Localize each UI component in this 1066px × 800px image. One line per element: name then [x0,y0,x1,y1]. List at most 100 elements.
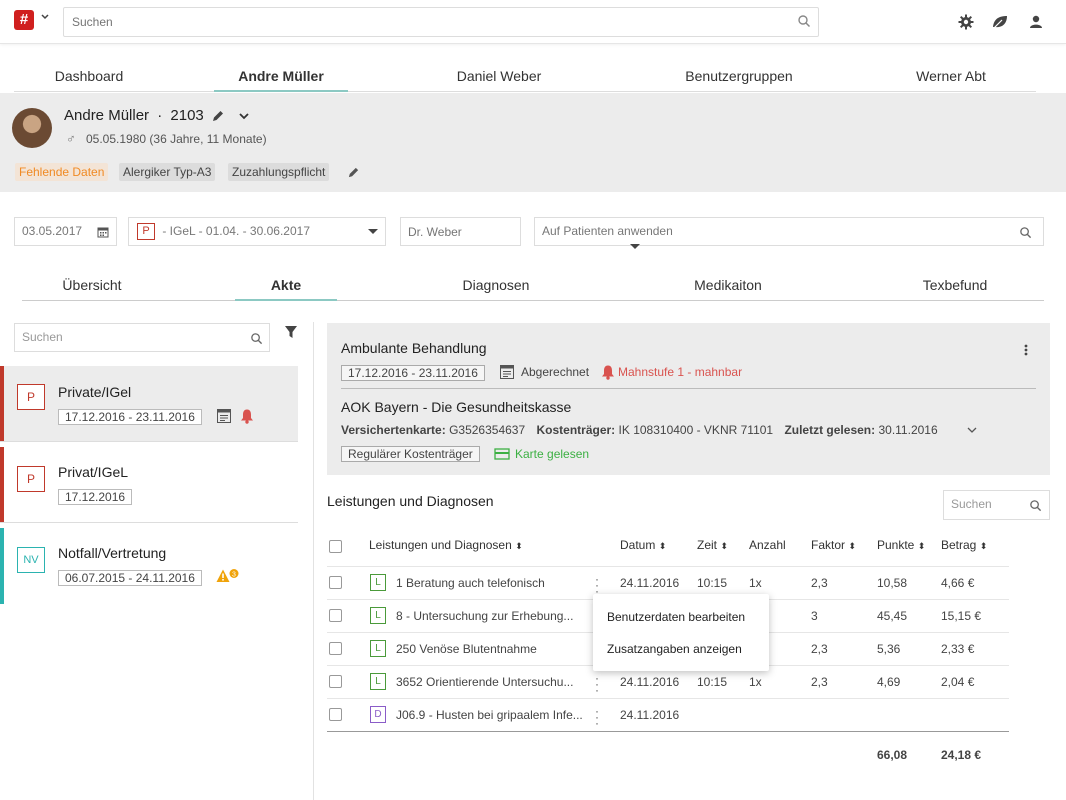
patient-name-line: Andre Müller · 2103 [64,107,204,124]
row-checkbox[interactable] [329,609,342,622]
more-icon[interactable]: · · · [595,705,599,729]
pencil-icon[interactable] [211,109,225,123]
user-icon[interactable] [1027,13,1045,31]
case-item[interactable]: NV Notfall/Vertretung 06.07.2015 - 24.11… [0,528,298,604]
row-checkbox[interactable] [329,708,342,721]
payer-label: Kostenträger: [536,423,616,437]
date-field[interactable]: 03.05.2017 [14,217,117,246]
tab-medikation[interactable]: Medikaiton [652,273,804,301]
select-all-checkbox[interactable] [329,540,342,553]
service-type-badge: L [370,673,386,690]
tag-missing-data[interactable]: Fehlende Daten [15,163,109,181]
card-icon [494,448,510,460]
search-icon[interactable] [797,14,811,28]
app-logo[interactable]: # [14,10,34,30]
menu-item-show-additional-info[interactable]: Zusatzangaben anzeigen [607,642,742,656]
tab-uebersicht[interactable]: Übersicht [22,273,162,301]
calendar-icon[interactable] [97,226,109,238]
row-context-menu: Benutzerdaten bearbeiten Zusatzangaben a… [593,594,769,671]
apply-patient-field[interactable]: Auf Patienten anwenden [534,217,1044,246]
case-badge: P [137,223,155,241]
more-icon[interactable]: · · · [595,573,599,597]
filter-icon[interactable] [284,325,298,339]
treatment-title: Ambulante Behandlung [341,340,487,356]
menu-item-edit-user-data[interactable]: Benutzerdaten bearbeiten [607,610,745,624]
tab-werner-abt[interactable]: Werner Abt [876,62,1026,92]
tag-copayment[interactable]: Zuzahlungspflicht [228,163,330,181]
row-checkbox[interactable] [329,576,342,589]
col-services[interactable]: Leistungen und Diagnosen ⬍ [369,538,523,552]
bell-icon [602,365,614,380]
search-icon[interactable] [250,332,263,345]
pencil-icon[interactable] [347,166,360,179]
case-title: Notfall/Vertretung [58,545,167,561]
service-time: 10:15 [697,576,728,590]
tab-textbefund[interactable]: Texbefund [882,273,1028,301]
service-amount: 15,15 € [941,609,982,623]
global-search-input[interactable] [63,7,819,37]
service-time: 10:15 [697,675,728,689]
panel-divider [313,322,314,800]
service-factor: 2,3 [811,675,828,689]
total-points: 66,08 [877,748,908,762]
search-icon[interactable] [1029,499,1042,512]
services-search-input[interactable]: Suchen [943,490,1050,520]
more-icon[interactable] [1024,343,1028,357]
divider [341,388,1036,389]
service-name: 8 - Untersuchung zur Erhebung... [396,609,574,623]
col-points[interactable]: Punkte ⬍ [877,538,925,552]
case-item[interactable]: P Privat/IGeL 17.12.2016 [0,447,298,523]
service-type-badge: L [370,640,386,657]
billing-status: Abgerechnet [521,365,590,379]
tag-allergy[interactable]: Alergiker Typ-A3 [119,163,216,181]
name-separator: · [157,107,163,124]
more-icon[interactable]: · · · [595,672,599,696]
chevron-down-icon[interactable] [967,426,977,434]
col-time[interactable]: Zeit ⬍ [697,538,728,552]
doctor-input[interactable] [400,217,521,246]
service-date: 24.11.2016 [620,675,680,689]
col-count: Anzahl [749,538,786,552]
insurance-details: Versichertenkarte: G3526354637 Kostenträ… [341,423,938,437]
leaf-icon[interactable] [991,13,1009,31]
case-search-input[interactable]: Suchen [14,323,270,352]
case-item[interactable]: P Private/IGel 17.12.2016 - 23.11.2016 [0,366,298,442]
case-title: Private/IGel [58,384,132,400]
service-amount: 2,33 € [941,642,975,656]
case-title: Privat/IGeL [58,464,129,480]
service-points: 4,69 [877,675,901,689]
gear-icon[interactable] [957,13,975,31]
payer-tag[interactable]: Regulärer Kostenträger [341,446,480,462]
row-checkbox[interactable] [329,675,342,688]
col-date[interactable]: Datum ⬍ [620,538,666,552]
last-read-label: Zuletzt gelesen: [784,423,876,437]
treatment-date: 17.12.2016 - 23.11.2016 [341,365,485,381]
sort-icon: ⬍ [658,541,667,551]
service-name: 1 Beratung auch telefonisch [396,576,545,590]
avatar [12,108,52,148]
caret-down-icon [630,244,640,249]
tab-daniel-weber[interactable]: Daniel Weber [424,62,574,92]
tab-andre-mueller[interactable]: Andre Müller [214,62,348,92]
col-amount[interactable]: Betrag ⬍ [941,538,987,552]
tab-benutzergruppen[interactable]: Benutzergruppen [664,62,814,92]
case-select[interactable]: P - IGeL - 01.04. - 30.06.2017 [128,217,386,246]
tab-diagnosen[interactable]: Diagnosen [422,273,570,301]
caret-down-icon[interactable] [367,228,379,236]
date-value: 03.05.2017 [22,224,83,238]
payer-value: IK 108310400 - VKNR 71101 [618,423,774,437]
chevron-down-icon[interactable] [40,12,50,25]
table-row[interactable]: D J06.9 - Husten bei gripaalem Infe... ·… [327,699,1009,732]
patient-dob: 05.05.1980 (36 Jahre, 11 Monate) [86,132,267,146]
patient-name: Andre Müller [64,107,150,124]
total-amount: 24,18 € [941,748,982,762]
service-amount: 4,66 € [941,576,975,590]
tab-akte[interactable]: Akte [235,273,337,301]
search-icon[interactable] [1019,226,1032,239]
row-checkbox[interactable] [329,642,342,655]
col-factor[interactable]: Faktor ⬍ [811,538,856,552]
services-search-placeholder: Suchen [951,497,992,511]
chevron-down-icon[interactable] [238,110,250,122]
tab-dashboard[interactable]: Dashboard [14,62,164,92]
case-search-placeholder: Suchen [22,330,63,344]
